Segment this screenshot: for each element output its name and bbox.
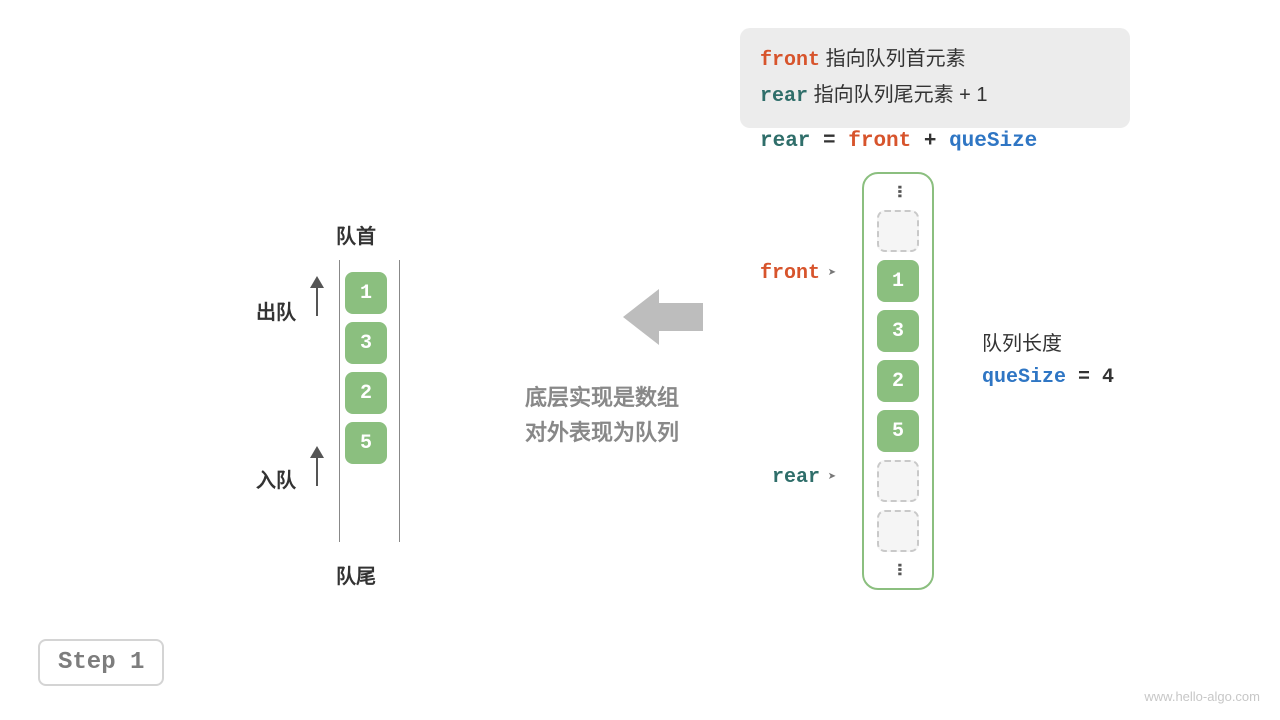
- center-caption: 底层实现是数组 对外表现为队列: [525, 380, 679, 450]
- array-cell: 5: [877, 410, 919, 452]
- rear-pointer: rear ➤: [772, 466, 836, 489]
- formula-plus: +: [911, 130, 949, 153]
- legend-front-kw: front: [760, 49, 820, 72]
- pointer-arrow-icon: ➤: [828, 469, 836, 486]
- legend-box: front 指向队列首元素 rear 指向队列尾元素 + 1: [740, 28, 1130, 128]
- array-container: ⋯ 1 3 2 5 ⋯: [862, 172, 934, 590]
- formula-quesize: queSize: [949, 130, 1037, 153]
- legend-line-rear: rear 指向队列尾元素 + 1: [760, 78, 1110, 114]
- array-empty-cell: [877, 460, 919, 502]
- big-arrow-left-icon: [623, 285, 703, 354]
- center-line1: 底层实现是数组: [525, 380, 679, 415]
- rear-pointer-text: rear: [772, 466, 820, 489]
- queue-pipe-left: [339, 260, 340, 542]
- queue-tail-label: 队尾: [336, 560, 376, 589]
- legend-line-front: front 指向队列首元素: [760, 42, 1110, 78]
- ellipsis-icon: ⋯: [894, 185, 902, 199]
- queue-cell: 5: [345, 422, 387, 464]
- enqueue-label: 入队: [256, 464, 296, 493]
- queue-length-note: 队列长度 queSize = 4: [982, 328, 1114, 394]
- array-empty-cell: [877, 510, 919, 552]
- step-badge: Step 1: [38, 639, 164, 686]
- queue-head-label: 队首: [336, 220, 376, 249]
- formula-front: front: [848, 130, 911, 153]
- arrow-up-icon: [308, 446, 326, 486]
- array-cell: 2: [877, 360, 919, 402]
- queue-items: 1 3 2 5: [345, 272, 387, 464]
- legend-rear-kw: rear: [760, 85, 808, 108]
- legend-rear-txt: 指向队列尾元素 + 1: [814, 84, 988, 106]
- dequeue-label: 出队: [256, 296, 296, 325]
- center-line2: 对外表现为队列: [525, 415, 679, 450]
- queue-cell: 1: [345, 272, 387, 314]
- pointer-arrow-icon: ➤: [828, 265, 836, 282]
- queue-length-title: 队列长度: [982, 328, 1114, 360]
- front-pointer: front ➤: [760, 262, 836, 285]
- ellipsis-icon: ⋯: [894, 563, 902, 577]
- array-empty-cell: [877, 210, 919, 252]
- formula: rear = front + queSize: [760, 130, 1037, 153]
- quesize-var: queSize: [982, 366, 1066, 389]
- array-cell: 3: [877, 310, 919, 352]
- array-cell: 1: [877, 260, 919, 302]
- queue-cell: 3: [345, 322, 387, 364]
- legend-front-txt: 指向队列首元素: [826, 48, 966, 70]
- front-pointer-text: front: [760, 262, 820, 285]
- arrow-up-icon: [308, 276, 326, 316]
- queue-cell: 2: [345, 372, 387, 414]
- formula-rear: rear: [760, 130, 810, 153]
- quesize-eq: =: [1066, 366, 1102, 389]
- watermark: www.hello-algo.com: [1144, 689, 1260, 704]
- queue-pipe-right: [399, 260, 400, 542]
- quesize-val: 4: [1102, 366, 1114, 389]
- formula-eq1: =: [810, 130, 848, 153]
